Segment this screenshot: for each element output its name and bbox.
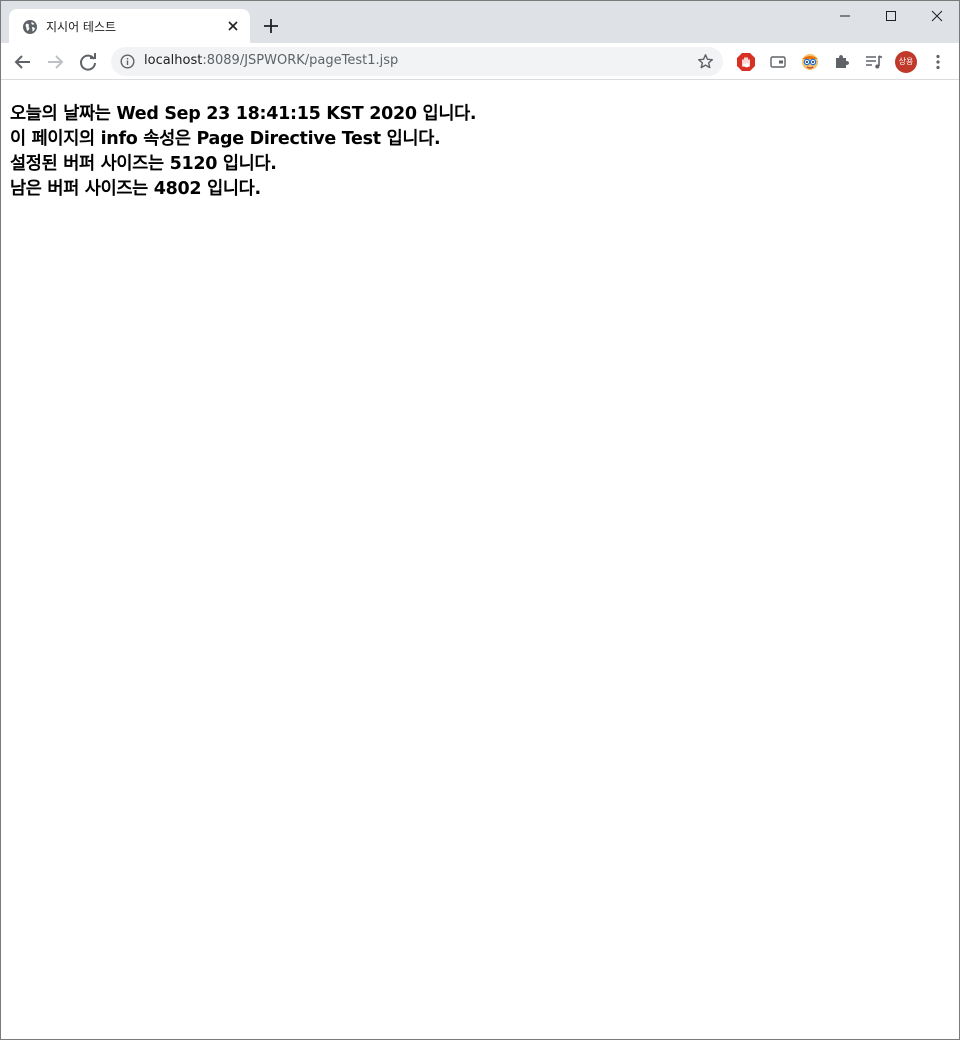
browser-window: 지시어 테스트 localhost:8089/JSPWORK/pageTest1… — [0, 0, 960, 1040]
profile-avatar[interactable]: 상용 — [895, 51, 917, 73]
back-arrow-icon[interactable] — [12, 51, 34, 73]
remaining-buffer-line: 남은 버퍼 사이즈는 4802 입니다. — [10, 179, 261, 199]
browser-toolbar: localhost:8089/JSPWORK/pageTest1.jsp 상용 — [1, 43, 959, 80]
media-playlist-icon[interactable] — [864, 52, 884, 72]
url-host: localhost — [144, 53, 203, 68]
close-window-icon[interactable] — [914, 1, 960, 31]
url-path: :8089/JSPWORK/pageTest1.jsp — [202, 53, 399, 68]
page-content: 오늘의 날짜는 Wed Sep 23 18:41:15 KST 2020 입니다… — [1, 81, 959, 1039]
tab-strip: 지시어 테스트 — [1, 1, 959, 43]
url-text[interactable]: localhost:8089/JSPWORK/pageTest1.jsp — [144, 53, 398, 68]
buffer-size-line: 설정된 버퍼 사이즈는 5120 입니다. — [10, 154, 277, 174]
address-bar[interactable]: localhost:8089/JSPWORK/pageTest1.jsp — [111, 47, 723, 76]
maximize-icon[interactable] — [868, 1, 914, 31]
reload-icon[interactable] — [77, 51, 99, 73]
close-tab-icon[interactable] — [225, 18, 241, 34]
glasses-face-icon[interactable] — [800, 52, 820, 72]
forward-arrow-icon[interactable] — [44, 51, 66, 73]
globe-icon — [23, 20, 37, 34]
adblock-stop-hand-icon[interactable] — [736, 52, 756, 72]
bookmark-star-icon[interactable] — [697, 53, 714, 70]
info-icon[interactable] — [120, 54, 135, 69]
info-line: 이 페이지의 info 속성은 Page Directive Test 입니다. — [10, 129, 441, 149]
puzzle-extensions-icon[interactable] — [832, 52, 852, 72]
wallet-icon[interactable] — [768, 52, 788, 72]
minimize-icon[interactable] — [822, 1, 868, 31]
tab-title: 지시어 테스트 — [46, 20, 117, 34]
date-line: 오늘의 날짜는 Wed Sep 23 18:41:15 KST 2020 입니다… — [10, 104, 477, 124]
more-menu-icon[interactable] — [928, 52, 948, 72]
tab-active[interactable]: 지시어 테스트 — [9, 9, 250, 43]
new-tab-icon[interactable] — [261, 16, 281, 36]
